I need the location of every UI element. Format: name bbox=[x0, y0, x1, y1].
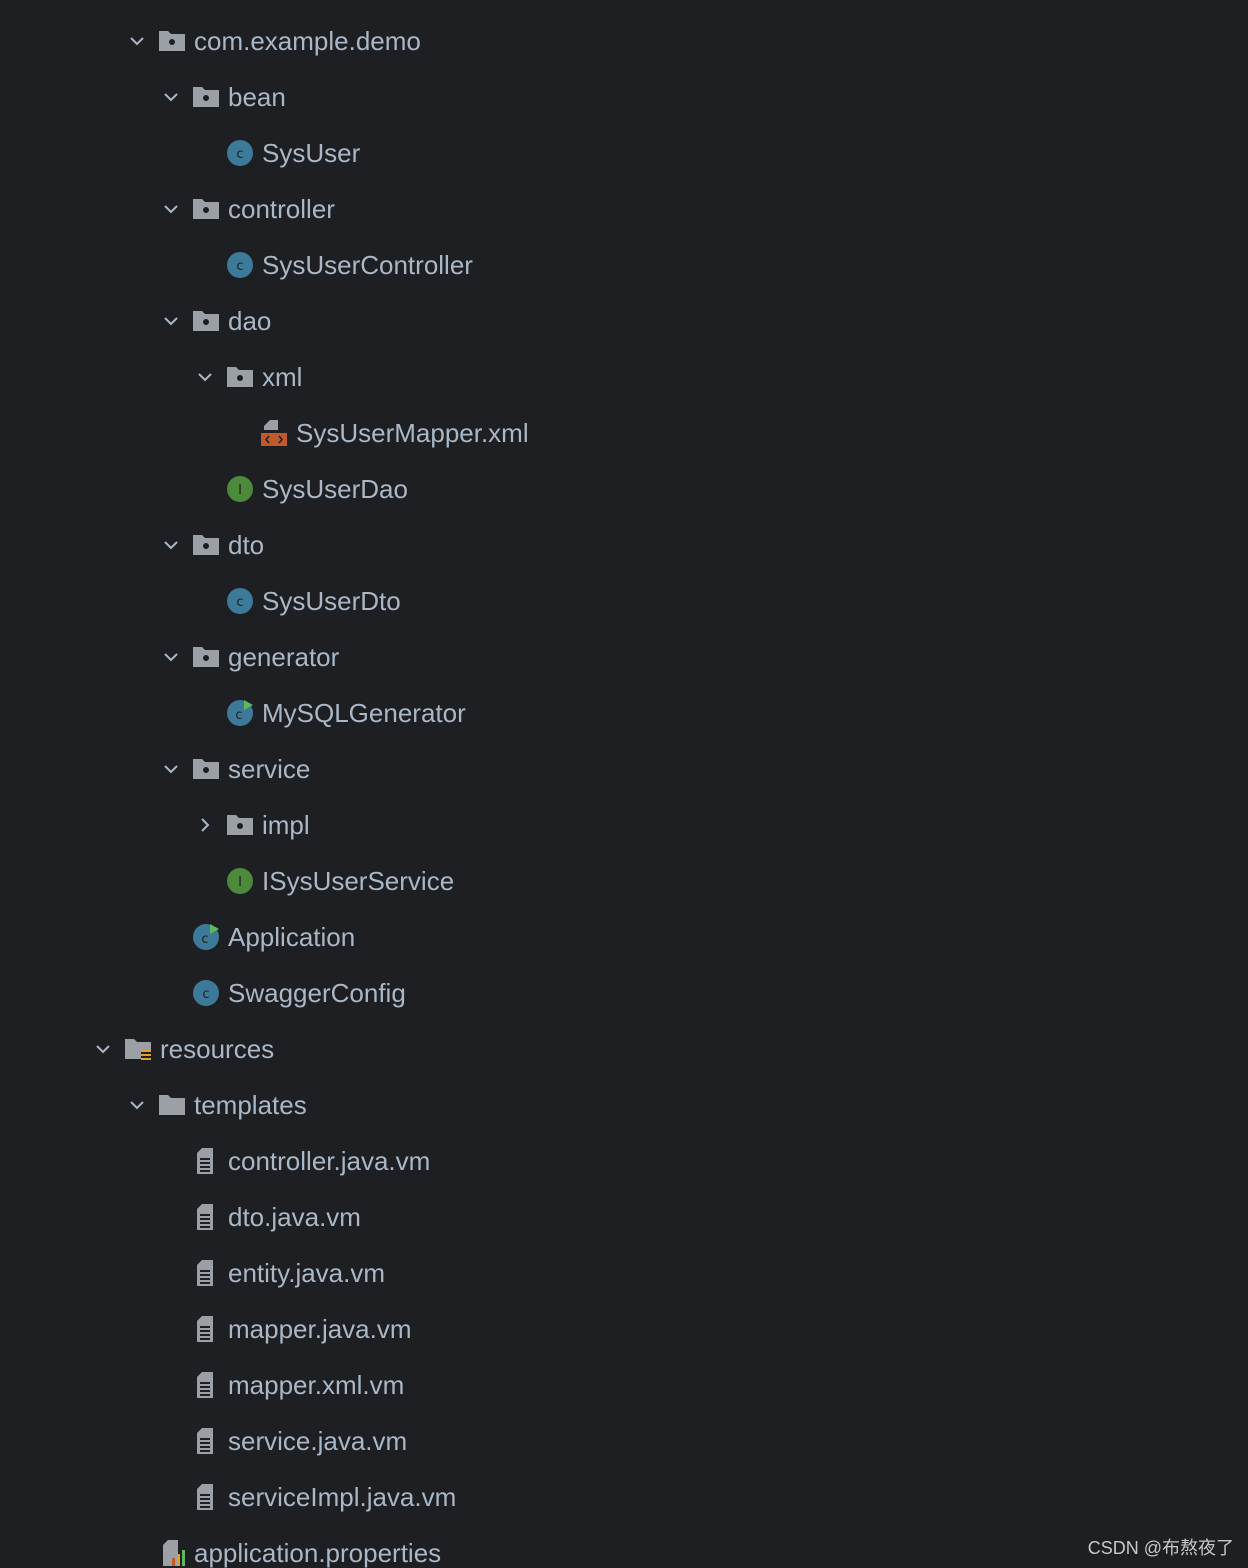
class-icon bbox=[226, 251, 254, 279]
interface-icon bbox=[226, 867, 254, 895]
tree-row-dto[interactable]: dto bbox=[0, 517, 1248, 573]
class-icon bbox=[192, 979, 220, 1007]
tree-label: SysUserController bbox=[262, 250, 473, 280]
package-icon bbox=[192, 755, 220, 783]
tree-row-sysuserdto[interactable]: SysUserDto bbox=[0, 573, 1248, 629]
xml-file-icon bbox=[260, 419, 288, 447]
tree-label: generator bbox=[228, 642, 340, 672]
tree-label: dao bbox=[228, 306, 272, 336]
text-file-icon bbox=[192, 1315, 220, 1343]
tree-row-impl[interactable]: impl bbox=[0, 797, 1248, 853]
text-file-icon bbox=[192, 1203, 220, 1231]
tree-row-service[interactable]: service bbox=[0, 741, 1248, 797]
tree-label: serviceImpl.java.vm bbox=[228, 1482, 457, 1512]
package-icon bbox=[158, 27, 186, 55]
chevron-down-icon[interactable] bbox=[128, 32, 146, 50]
tree-label: mapper.xml.vm bbox=[228, 1370, 405, 1400]
chevron-down-icon[interactable] bbox=[94, 1040, 112, 1058]
chevron-down-icon[interactable] bbox=[162, 760, 180, 778]
tree-label: bean bbox=[228, 82, 286, 112]
tree-label: mapper.java.vm bbox=[228, 1314, 412, 1344]
tree-label: templates bbox=[194, 1090, 307, 1120]
text-file-icon bbox=[192, 1147, 220, 1175]
tree-label: service.java.vm bbox=[228, 1426, 408, 1456]
text-file-icon bbox=[192, 1371, 220, 1399]
tree-label: Application bbox=[228, 922, 356, 952]
package-icon bbox=[226, 811, 254, 839]
tree-row-application[interactable]: Application bbox=[0, 909, 1248, 965]
chevron-down-icon[interactable] bbox=[162, 200, 180, 218]
package-icon bbox=[192, 531, 220, 559]
tree-label: SysUserDao bbox=[262, 474, 408, 504]
tree-label: SysUserMapper.xml bbox=[296, 418, 529, 448]
class-icon bbox=[226, 587, 254, 615]
tree-row-dto-java-vm[interactable]: dto.java.vm bbox=[0, 1189, 1248, 1245]
runnable-class-icon bbox=[226, 699, 254, 727]
tree-row-isysuserservice[interactable]: ISysUserService bbox=[0, 853, 1248, 909]
tree-label: dto bbox=[228, 530, 265, 560]
tree-label: impl bbox=[262, 810, 310, 840]
tree-row-sysusermapper-xml[interactable]: SysUserMapper.xml bbox=[0, 405, 1248, 461]
tree-row-controller[interactable]: controller bbox=[0, 181, 1248, 237]
text-file-icon bbox=[192, 1259, 220, 1287]
text-file-icon bbox=[192, 1427, 220, 1455]
chevron-down-icon[interactable] bbox=[162, 648, 180, 666]
tree-label: entity.java.vm bbox=[228, 1258, 386, 1288]
tree-row-sysuser[interactable]: SysUser bbox=[0, 125, 1248, 181]
chevron-right-icon[interactable] bbox=[196, 816, 214, 834]
package-icon bbox=[226, 363, 254, 391]
resources-folder-icon bbox=[124, 1035, 152, 1063]
text-file-icon bbox=[192, 1483, 220, 1511]
tree-label: service bbox=[228, 754, 311, 784]
tree-row-application-properties[interactable]: application.properties bbox=[0, 1525, 1248, 1568]
tree-row-controller-java-vm[interactable]: controller.java.vm bbox=[0, 1133, 1248, 1189]
tree-label: controller bbox=[228, 194, 335, 224]
package-icon bbox=[192, 307, 220, 335]
tree-row-mysqlgenerator[interactable]: MySQLGenerator bbox=[0, 685, 1248, 741]
tree-row-swaggerconfig[interactable]: SwaggerConfig bbox=[0, 965, 1248, 1021]
tree-row-entity-java-vm[interactable]: entity.java.vm bbox=[0, 1245, 1248, 1301]
tree-label: resources bbox=[160, 1034, 275, 1064]
chevron-down-icon[interactable] bbox=[162, 312, 180, 330]
package-icon bbox=[192, 83, 220, 111]
tree-row-xml[interactable]: xml bbox=[0, 349, 1248, 405]
tree-row-bean[interactable]: bean bbox=[0, 69, 1248, 125]
folder-icon bbox=[158, 1091, 186, 1119]
project-tree: com.example.demo bean SysUser controller… bbox=[0, 0, 1248, 1568]
tree-row-serviceimpl-java-vm[interactable]: serviceImpl.java.vm bbox=[0, 1469, 1248, 1525]
chevron-down-icon[interactable] bbox=[162, 88, 180, 106]
tree-label: SysUser bbox=[262, 138, 361, 168]
package-icon bbox=[192, 195, 220, 223]
tree-label: xml bbox=[262, 362, 303, 392]
tree-row-dao[interactable]: dao bbox=[0, 293, 1248, 349]
properties-file-icon bbox=[160, 1539, 188, 1567]
interface-icon bbox=[226, 475, 254, 503]
tree-row-templates[interactable]: templates bbox=[0, 1077, 1248, 1133]
chevron-down-icon[interactable] bbox=[196, 368, 214, 386]
chevron-down-icon[interactable] bbox=[128, 1096, 146, 1114]
tree-label: MySQLGenerator bbox=[262, 698, 466, 728]
tree-row-mapper-java-vm[interactable]: mapper.java.vm bbox=[0, 1301, 1248, 1357]
tree-row-generator[interactable]: generator bbox=[0, 629, 1248, 685]
tree-label: ISysUserService bbox=[262, 866, 455, 896]
package-icon bbox=[192, 643, 220, 671]
tree-label: com.example.demo bbox=[194, 26, 421, 56]
tree-label: SysUserDto bbox=[262, 586, 401, 616]
chevron-down-icon[interactable] bbox=[162, 536, 180, 554]
tree-label: SwaggerConfig bbox=[228, 978, 406, 1008]
tree-label: application.properties bbox=[194, 1538, 442, 1568]
class-icon bbox=[226, 139, 254, 167]
tree-row-com-example-demo[interactable]: com.example.demo bbox=[0, 13, 1248, 69]
tree-label: controller.java.vm bbox=[228, 1146, 431, 1176]
tree-label: dto.java.vm bbox=[228, 1202, 361, 1232]
watermark: CSDN @布熬夜了 bbox=[1087, 1538, 1234, 1558]
tree-row-sysuserdao[interactable]: SysUserDao bbox=[0, 461, 1248, 517]
tree-row-resources[interactable]: resources bbox=[0, 1021, 1248, 1077]
runnable-class-icon bbox=[192, 923, 220, 951]
tree-row-sysusercontroller[interactable]: SysUserController bbox=[0, 237, 1248, 293]
tree-row-service-java-vm[interactable]: service.java.vm bbox=[0, 1413, 1248, 1469]
tree-row-mapper-xml-vm[interactable]: mapper.xml.vm bbox=[0, 1357, 1248, 1413]
